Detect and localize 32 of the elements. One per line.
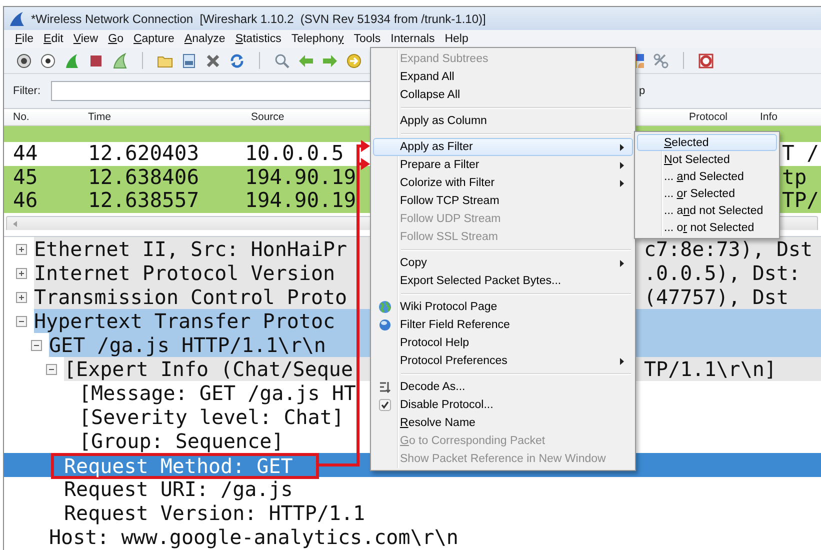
tree-text: GET /ga.js HTTP/1.1\r\n	[49, 336, 326, 354]
table-cell: 45	[13, 166, 38, 189]
table-cell: 194.90.19	[245, 166, 356, 189]
table-cell: 44	[13, 142, 38, 166]
table-cell: 194.90.19	[245, 189, 356, 212]
table-cell: 12.638406	[88, 166, 200, 189]
tree-text: Request Method: GET	[64, 457, 293, 475]
tree-text: TP/1.1\r\n]	[644, 360, 776, 378]
table-cell: T /	[782, 142, 820, 166]
table-cell: 10.0.0.5	[245, 142, 344, 166]
tree-text: [Group: Sequence]	[79, 432, 284, 450]
table-cell: TP/	[782, 189, 820, 212]
tree-text: Hypertext Transfer Protoc	[34, 312, 336, 330]
tree-text: Transmission Control Proto	[34, 288, 348, 306]
tree-text: Host: www.google-analytics.com\r\n	[49, 528, 458, 546]
tree-text: Request Version: HTTP/1.1	[64, 504, 366, 522]
tree-text: c7:8e:73), Dst	[644, 240, 813, 258]
table-cell: 46	[13, 189, 38, 212]
table-cell: tp	[782, 166, 807, 189]
tree-text: Internet Protocol Version	[34, 264, 336, 282]
tree-text: (47757), Dst	[644, 288, 788, 306]
tree-text: [Expert Info (Chat/Seque	[64, 360, 353, 378]
tree-text: Ethernet II, Src: HonHaiPr	[34, 240, 348, 258]
toolbar-text: p	[639, 85, 646, 97]
tree-text: [Message: GET /ga.js HT	[79, 384, 356, 402]
tree-text: [Severity level: Chat]	[79, 408, 344, 426]
filter-label: Filter:	[13, 85, 42, 97]
tree-text: .0.0.5), Dst:	[644, 264, 801, 282]
table-cell: 12.620403	[88, 142, 200, 166]
table-cell: 12.638557	[88, 189, 200, 212]
tree-text: Request URI: /ga.js	[64, 480, 293, 498]
window-title: *Wireless Network Connection [Wireshark 1.10.2 (SVN Rev 51934 from /trunk-1.10)]	[31, 12, 486, 26]
